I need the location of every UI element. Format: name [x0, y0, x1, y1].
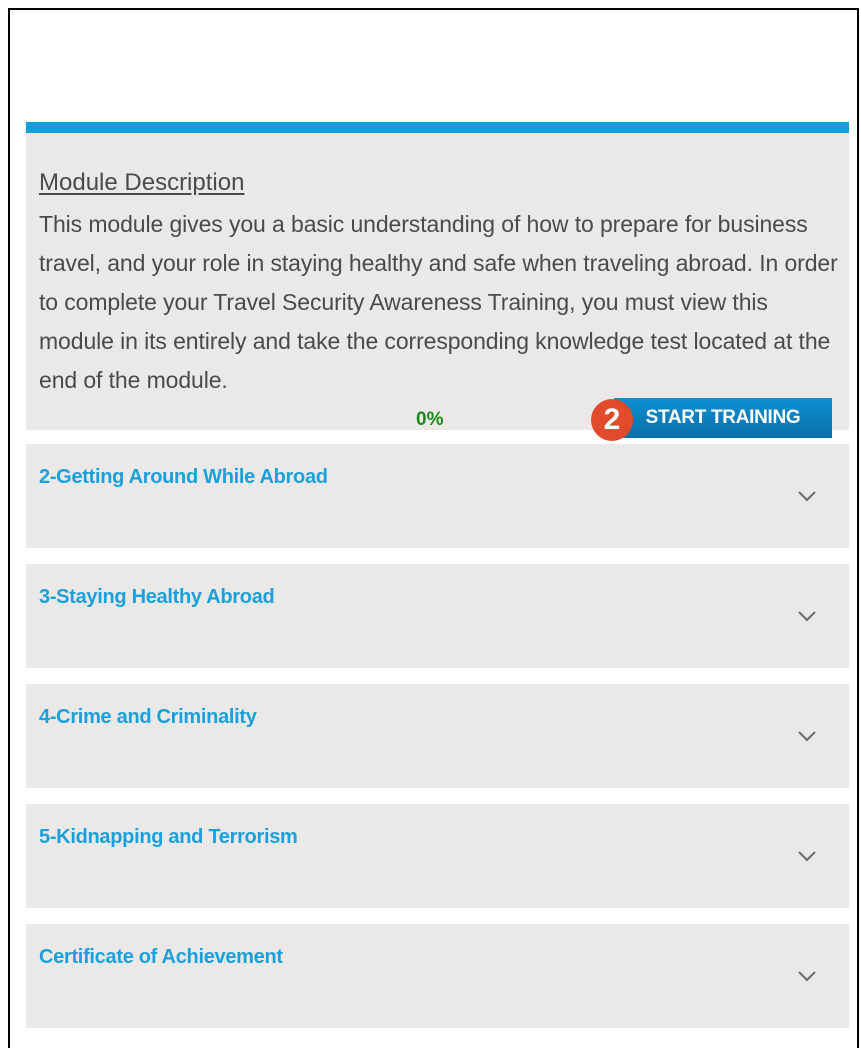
section-title[interactable]: 2-Getting Around While Abroad [39, 466, 328, 489]
chevron-down-icon[interactable] [797, 490, 817, 502]
section-crime[interactable]: 4-Crime and Criminality [26, 684, 849, 788]
chevron-down-icon[interactable] [797, 610, 817, 622]
chevron-down-icon[interactable] [797, 970, 817, 982]
section-staying-healthy[interactable]: 3-Staying Healthy Abroad [26, 564, 849, 668]
progress-percentage: 0% [416, 409, 444, 430]
chevron-down-icon[interactable] [797, 730, 817, 742]
chevron-down-icon[interactable] [797, 850, 817, 862]
module-description-title: Module Description [39, 169, 245, 196]
section-getting-around[interactable]: 2-Getting Around While Abroad [26, 444, 849, 548]
section-kidnapping[interactable]: 5-Kidnapping and Terrorism [26, 804, 849, 908]
module-description-text: This module gives you a basic understand… [39, 211, 838, 393]
section-title[interactable]: 3-Staying Healthy Abroad [39, 586, 275, 609]
step-number-badge: 2 [591, 399, 633, 441]
module-description-card: Module Description This module gives you… [26, 122, 849, 441]
section-title[interactable]: 5-Kidnapping and Terrorism [39, 826, 298, 849]
section-title[interactable]: Certificate of Achievement [39, 946, 283, 969]
section-title[interactable]: 4-Crime and Criminality [39, 706, 257, 729]
section-certificate[interactable]: Certificate of Achievement [26, 924, 849, 1028]
start-training-button[interactable]: START TRAINING [614, 398, 832, 438]
